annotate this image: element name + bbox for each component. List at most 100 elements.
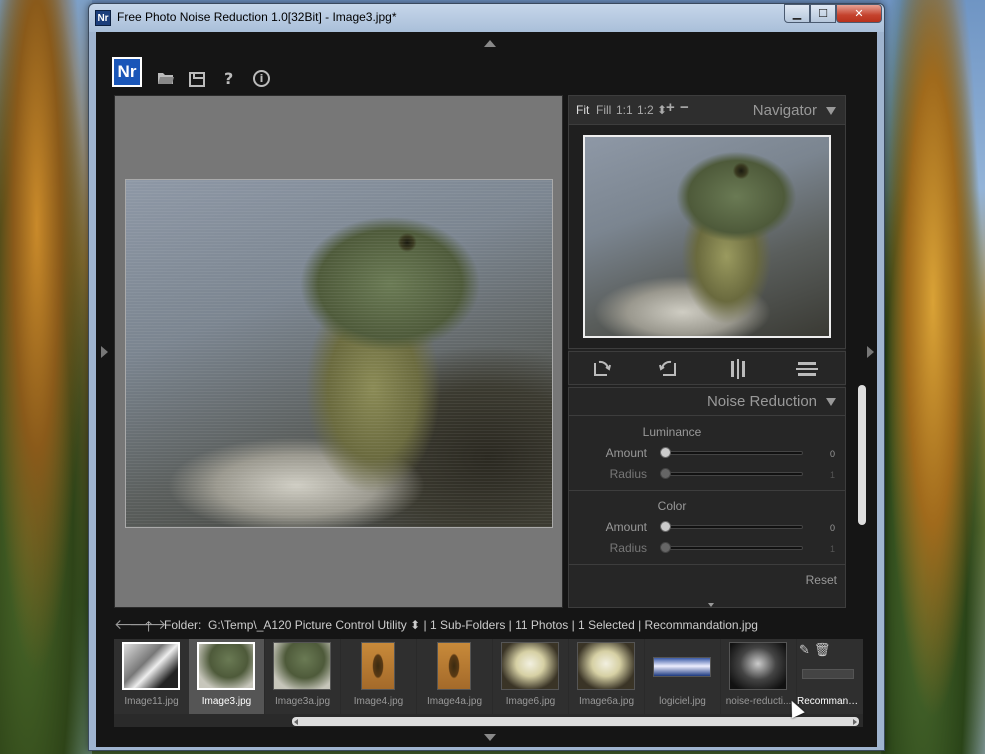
app-client-area: Nr ? i Fit Fill 1:1 1:2 ⬍ + − Navigator xyxy=(96,32,877,747)
color-amount-value: 0 xyxy=(829,523,835,533)
thumbnail-image xyxy=(122,642,180,690)
collapse-right-panel-icon[interactable] xyxy=(867,346,874,358)
sidebar-scrollbar[interactable] xyxy=(858,385,866,525)
folder-stats: | 1 Sub-Folders | 11 Photos | 1 Selected… xyxy=(423,618,758,632)
section-divider xyxy=(569,564,845,565)
navigator-body xyxy=(568,125,846,349)
filmstrip-item[interactable]: Image4.jpg xyxy=(341,639,416,714)
zoom-fill-button[interactable]: Fill xyxy=(596,103,611,117)
luminance-radius-value: 1 xyxy=(829,470,835,480)
thumbnail-label: Image6.jpg xyxy=(505,696,556,707)
main-photo[interactable] xyxy=(125,179,553,528)
filmstrip-item[interactable]: Image6.jpg xyxy=(493,639,568,714)
minimize-button[interactable]: ▁ xyxy=(784,4,810,23)
thumbnail-label: Image4.jpg xyxy=(353,696,404,707)
color-amount-slider[interactable] xyxy=(660,521,803,532)
filmstrip-item[interactable]: Image4a.jpg xyxy=(417,639,492,714)
zoom-1-1-button[interactable]: 1:1 xyxy=(616,103,633,117)
right-sidebar: Fit Fill 1:1 1:2 ⬍ + − Navigator Noise R… xyxy=(568,95,846,608)
thumbnail-image xyxy=(729,642,787,690)
collapse-left-panel-icon[interactable] xyxy=(101,346,108,358)
noise-reduction-header[interactable]: Noise Reduction xyxy=(569,388,845,416)
color-amount-label: Amount xyxy=(605,520,647,534)
noise-reduction-panel: Noise Reduction Luminance Amount 0 Radiu… xyxy=(568,387,846,608)
help-icon[interactable]: ? xyxy=(224,70,233,88)
luminance-radius-label: Radius xyxy=(609,467,647,481)
thumbnail-image xyxy=(437,642,471,690)
thumbnail-label: logiciel.jpg xyxy=(659,696,706,707)
thumbnail-image xyxy=(653,657,711,677)
filmstrip-item[interactable]: Image3a.jpg xyxy=(265,639,340,714)
filmstrip-item-selected[interactable]: Image3.jpg xyxy=(189,639,264,714)
folder-bar: 🡐 🡒 🡑 Folder: G:\Temp\_A120 Picture Cont… xyxy=(114,615,854,635)
window-title: Free Photo Noise Reduction 1.0[32Bit] - … xyxy=(117,10,397,24)
folder-path-select[interactable]: G:\Temp\_A120 Picture Control Utility ⬍ xyxy=(208,618,420,632)
thumbnail-image xyxy=(802,669,854,679)
title-bar[interactable]: Nr Free Photo Noise Reduction 1.0[32Bit]… xyxy=(89,4,884,32)
thumbnail-label: Image3.jpg xyxy=(201,696,252,707)
zoom-out-button[interactable]: − xyxy=(680,99,689,116)
section-divider xyxy=(569,490,845,491)
thumbnail-image xyxy=(577,642,635,690)
delete-trash-icon[interactable]: 🗑 xyxy=(814,643,835,658)
save-icon[interactable] xyxy=(189,72,205,87)
filmstrip: Image11.jpg Image3.jpg Image3a.jpg Image… xyxy=(114,639,863,727)
maximize-button[interactable]: ☐ xyxy=(810,4,836,23)
flip-vertical-icon[interactable] xyxy=(796,359,818,379)
navigator-header[interactable]: Fit Fill 1:1 1:2 ⬍ + − Navigator xyxy=(568,95,846,125)
transform-toolbar xyxy=(568,351,846,385)
color-amount-knob[interactable] xyxy=(660,521,671,532)
luminance-amount-value: 0 xyxy=(829,449,835,459)
thumbnail-actions: ✎🗑 xyxy=(799,643,834,658)
info-icon[interactable]: i xyxy=(253,70,270,87)
app-logo: Nr xyxy=(112,57,142,87)
noise-reduction-collapse-icon[interactable] xyxy=(826,398,836,406)
color-radius-knob[interactable] xyxy=(660,542,671,553)
collapse-bottom-panel-icon[interactable] xyxy=(484,734,496,741)
color-title: Color xyxy=(657,499,687,513)
folder-info: Folder: G:\Temp\_A120 Picture Control Ut… xyxy=(164,618,758,632)
navigator-thumbnail[interactable] xyxy=(583,135,831,338)
edit-pencil-icon[interactable]: ✎ xyxy=(799,643,814,658)
luminance-radius-knob[interactable] xyxy=(660,468,671,479)
luminance-amount-slider[interactable] xyxy=(660,447,803,458)
luminance-radius-slider[interactable] xyxy=(660,468,803,479)
thumbnail-label: noise-reducti... xyxy=(725,696,792,707)
filmstrip-scrollbar[interactable] xyxy=(292,717,859,726)
collapse-top-panel-icon[interactable] xyxy=(484,40,496,47)
filmstrip-item[interactable]: logiciel.jpg xyxy=(645,639,720,714)
thumbnail-label: Recommanda... xyxy=(797,696,863,707)
folder-open-icon[interactable] xyxy=(157,70,175,88)
thumbnail-label: Image11.jpg xyxy=(124,696,179,707)
up-arrow-icon[interactable]: 🡑 xyxy=(145,616,152,640)
desktop-background-right xyxy=(881,0,985,754)
zoom-in-button[interactable]: + xyxy=(666,99,675,116)
desktop-background-left xyxy=(0,0,92,754)
rotate-left-icon[interactable] xyxy=(590,359,612,379)
reset-button[interactable]: Reset xyxy=(806,573,837,587)
luminance-title: Luminance xyxy=(642,425,702,439)
luminance-amount-label: Amount xyxy=(605,446,647,460)
navigator-collapse-icon[interactable] xyxy=(826,107,836,115)
luminance-amount-knob[interactable] xyxy=(660,447,671,458)
image-preview-panel[interactable] xyxy=(114,95,563,608)
thumbnail-label: Image6a.jpg xyxy=(578,696,635,707)
zoom-fit-button[interactable]: Fit xyxy=(576,103,589,117)
thumbnail-label: Image4a.jpg xyxy=(426,696,483,707)
thumbnail-label: Image3a.jpg xyxy=(274,696,331,707)
close-button[interactable]: ✕ xyxy=(836,4,882,23)
navigator-title: Navigator xyxy=(752,102,817,119)
filmstrip-item[interactable]: Image11.jpg xyxy=(114,639,189,714)
color-radius-slider[interactable] xyxy=(660,542,803,553)
sidebar-scroll-down-icon[interactable] xyxy=(708,603,714,607)
folder-label: Folder: xyxy=(164,618,202,632)
zoom-1-2-select[interactable]: 1:2 ⬍ xyxy=(637,103,667,117)
app-icon: Nr xyxy=(95,10,111,26)
flip-horizontal-icon[interactable] xyxy=(727,359,749,379)
thumbnail-image xyxy=(273,642,331,690)
filmstrip-item[interactable]: Image6a.jpg xyxy=(569,639,644,714)
noise-reduction-title: Noise Reduction xyxy=(706,393,817,410)
thumbnail-image xyxy=(501,642,559,690)
rotate-right-icon[interactable] xyxy=(658,359,680,379)
window-controls: ▁ ☐ ✕ xyxy=(784,4,882,23)
